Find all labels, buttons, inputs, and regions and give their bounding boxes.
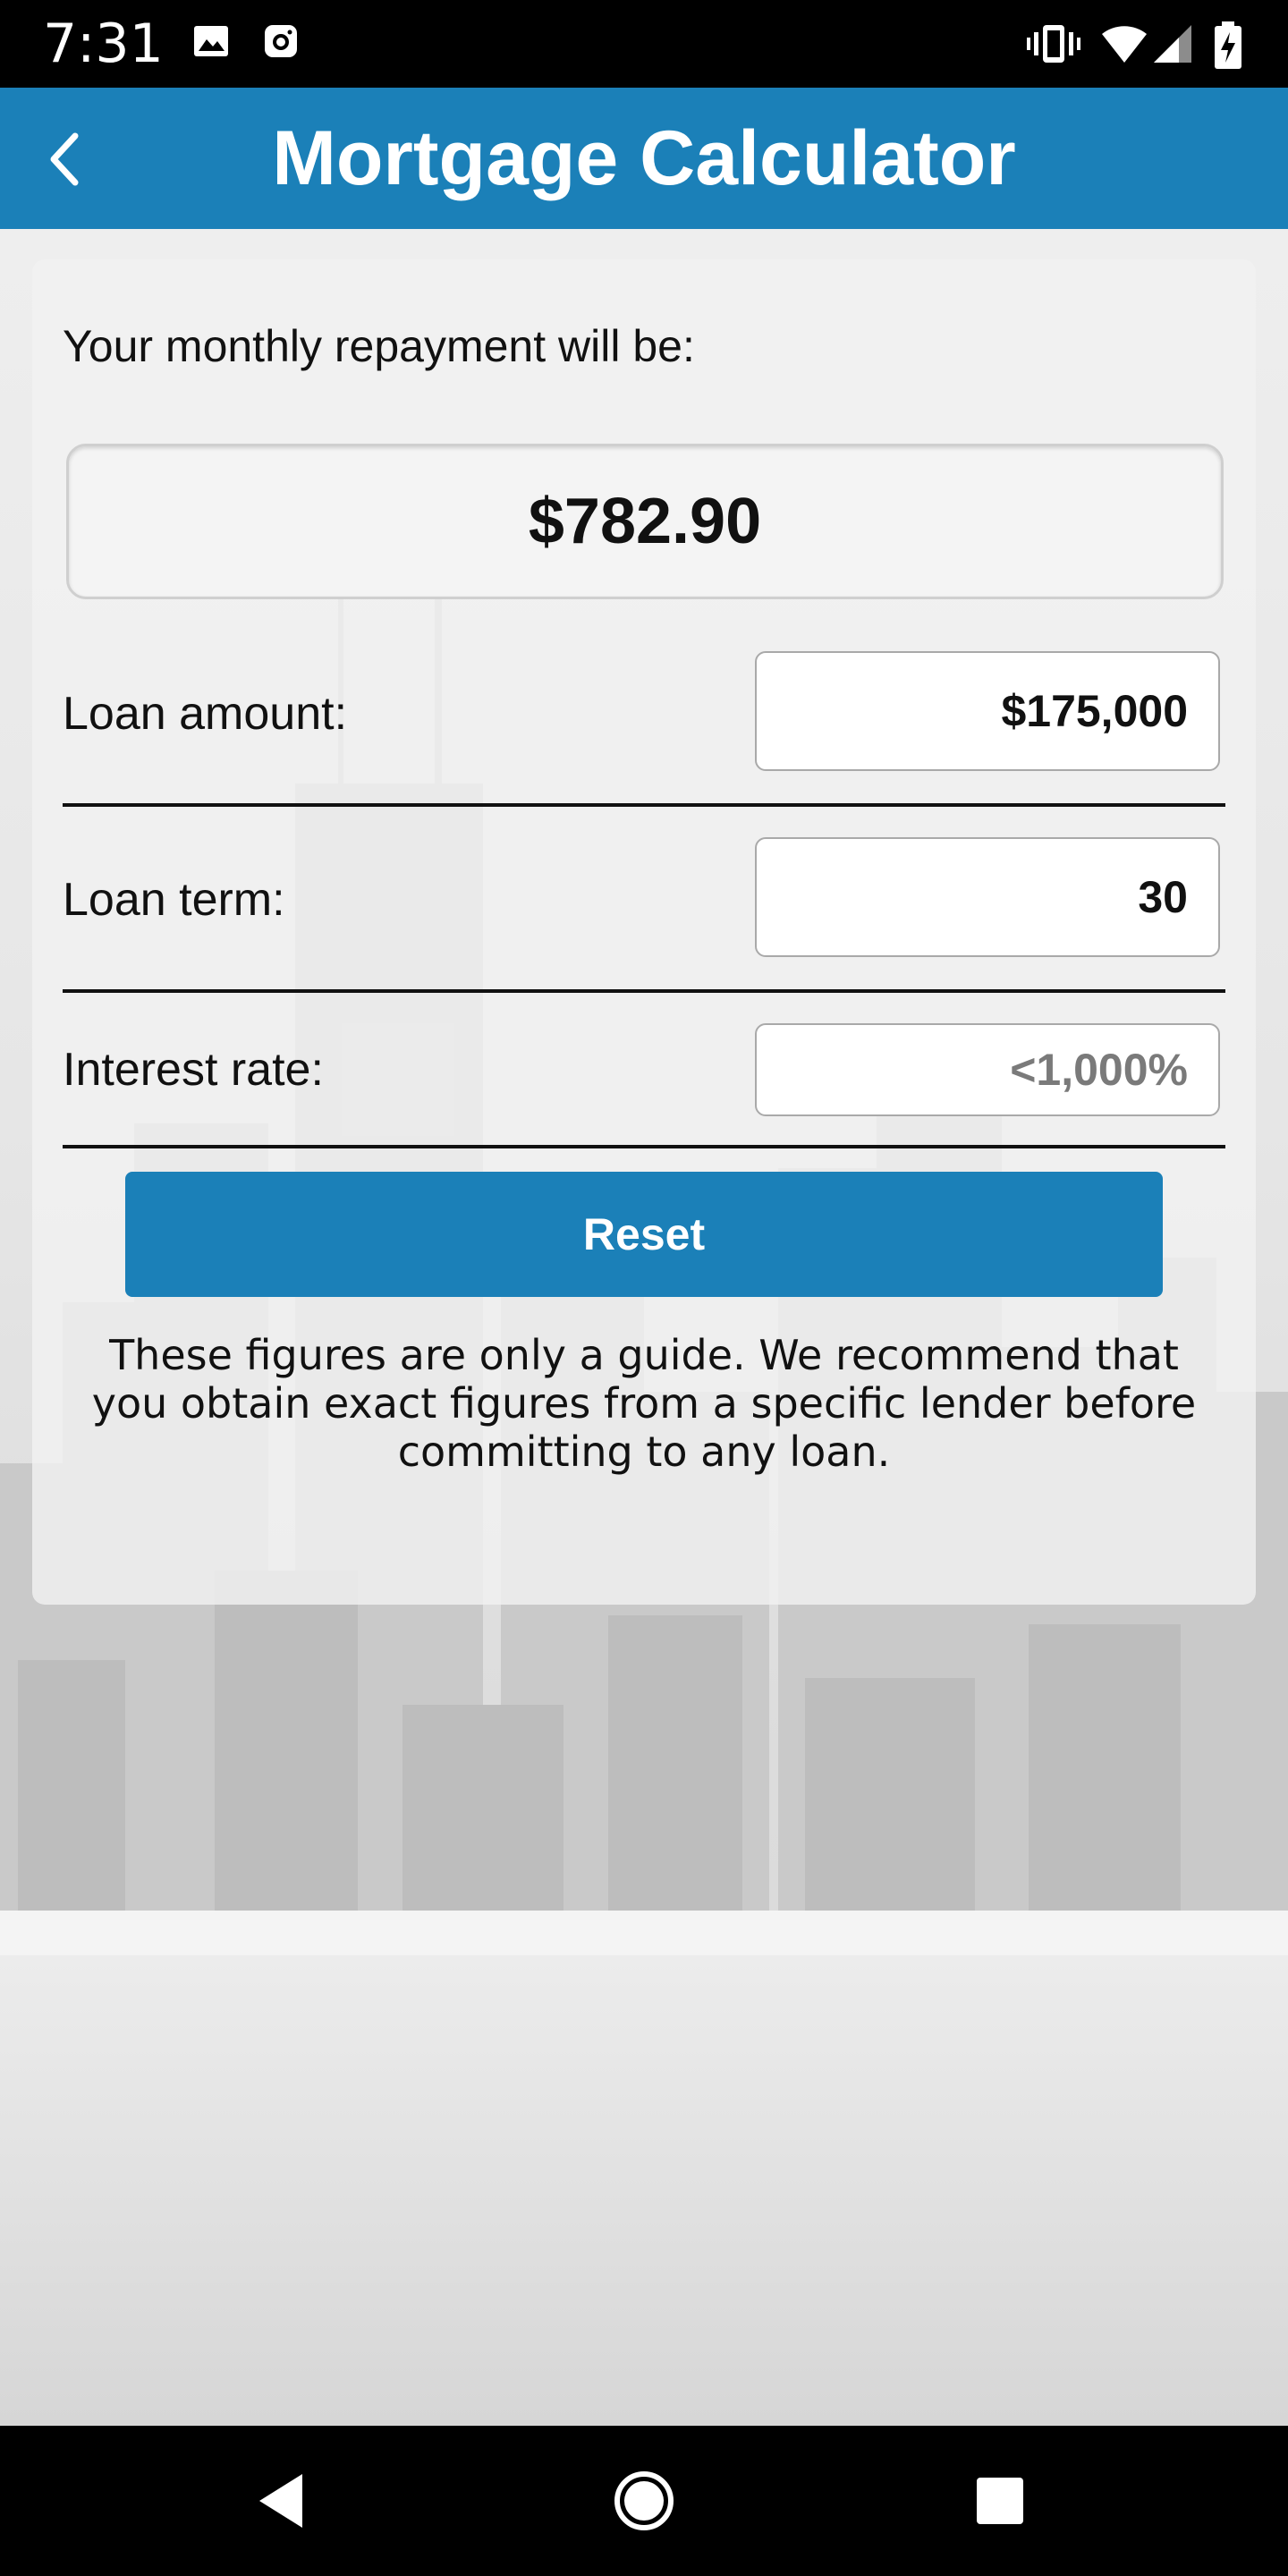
loan-term-input[interactable] bbox=[755, 837, 1220, 957]
interest-rate-input[interactable] bbox=[755, 1023, 1220, 1116]
monthly-repayment-display: $782.90 bbox=[66, 444, 1224, 599]
loan-amount-input[interactable] bbox=[755, 651, 1220, 771]
repayment-lead-text: Your monthly repayment will be: bbox=[63, 321, 695, 371]
loan-amount-label: Loan amount: bbox=[63, 688, 348, 740]
app-bar: Mortgage Calculator bbox=[0, 88, 1288, 229]
image-icon bbox=[194, 26, 228, 56]
back-triangle-icon[interactable] bbox=[247, 2465, 318, 2537]
calculator-card: Your monthly repayment will be: $782.90 … bbox=[32, 259, 1256, 1605]
vibrate-icon bbox=[1027, 25, 1080, 63]
wifi-icon bbox=[1102, 26, 1147, 63]
instagram-icon bbox=[265, 25, 297, 57]
recents-square-icon[interactable] bbox=[964, 2465, 1036, 2537]
interest-rate-label: Interest rate: bbox=[63, 1044, 324, 1096]
divider bbox=[63, 803, 1225, 807]
reset-button[interactable]: Reset bbox=[125, 1172, 1163, 1297]
disclaimer-text: These figures are only a guide. We recom… bbox=[91, 1331, 1197, 1476]
home-circle-icon[interactable] bbox=[608, 2465, 680, 2537]
battery-charging-icon bbox=[1215, 21, 1241, 69]
loan-term-label: Loan term: bbox=[63, 874, 285, 926]
navigation-bar bbox=[0, 2426, 1288, 2576]
divider bbox=[63, 1145, 1225, 1148]
status-time: 7:31 bbox=[43, 13, 164, 75]
signal-icon bbox=[1154, 25, 1191, 63]
status-bar: 7:31 bbox=[0, 0, 1288, 88]
page-title: Mortgage Calculator bbox=[272, 115, 1016, 201]
divider bbox=[63, 989, 1225, 993]
